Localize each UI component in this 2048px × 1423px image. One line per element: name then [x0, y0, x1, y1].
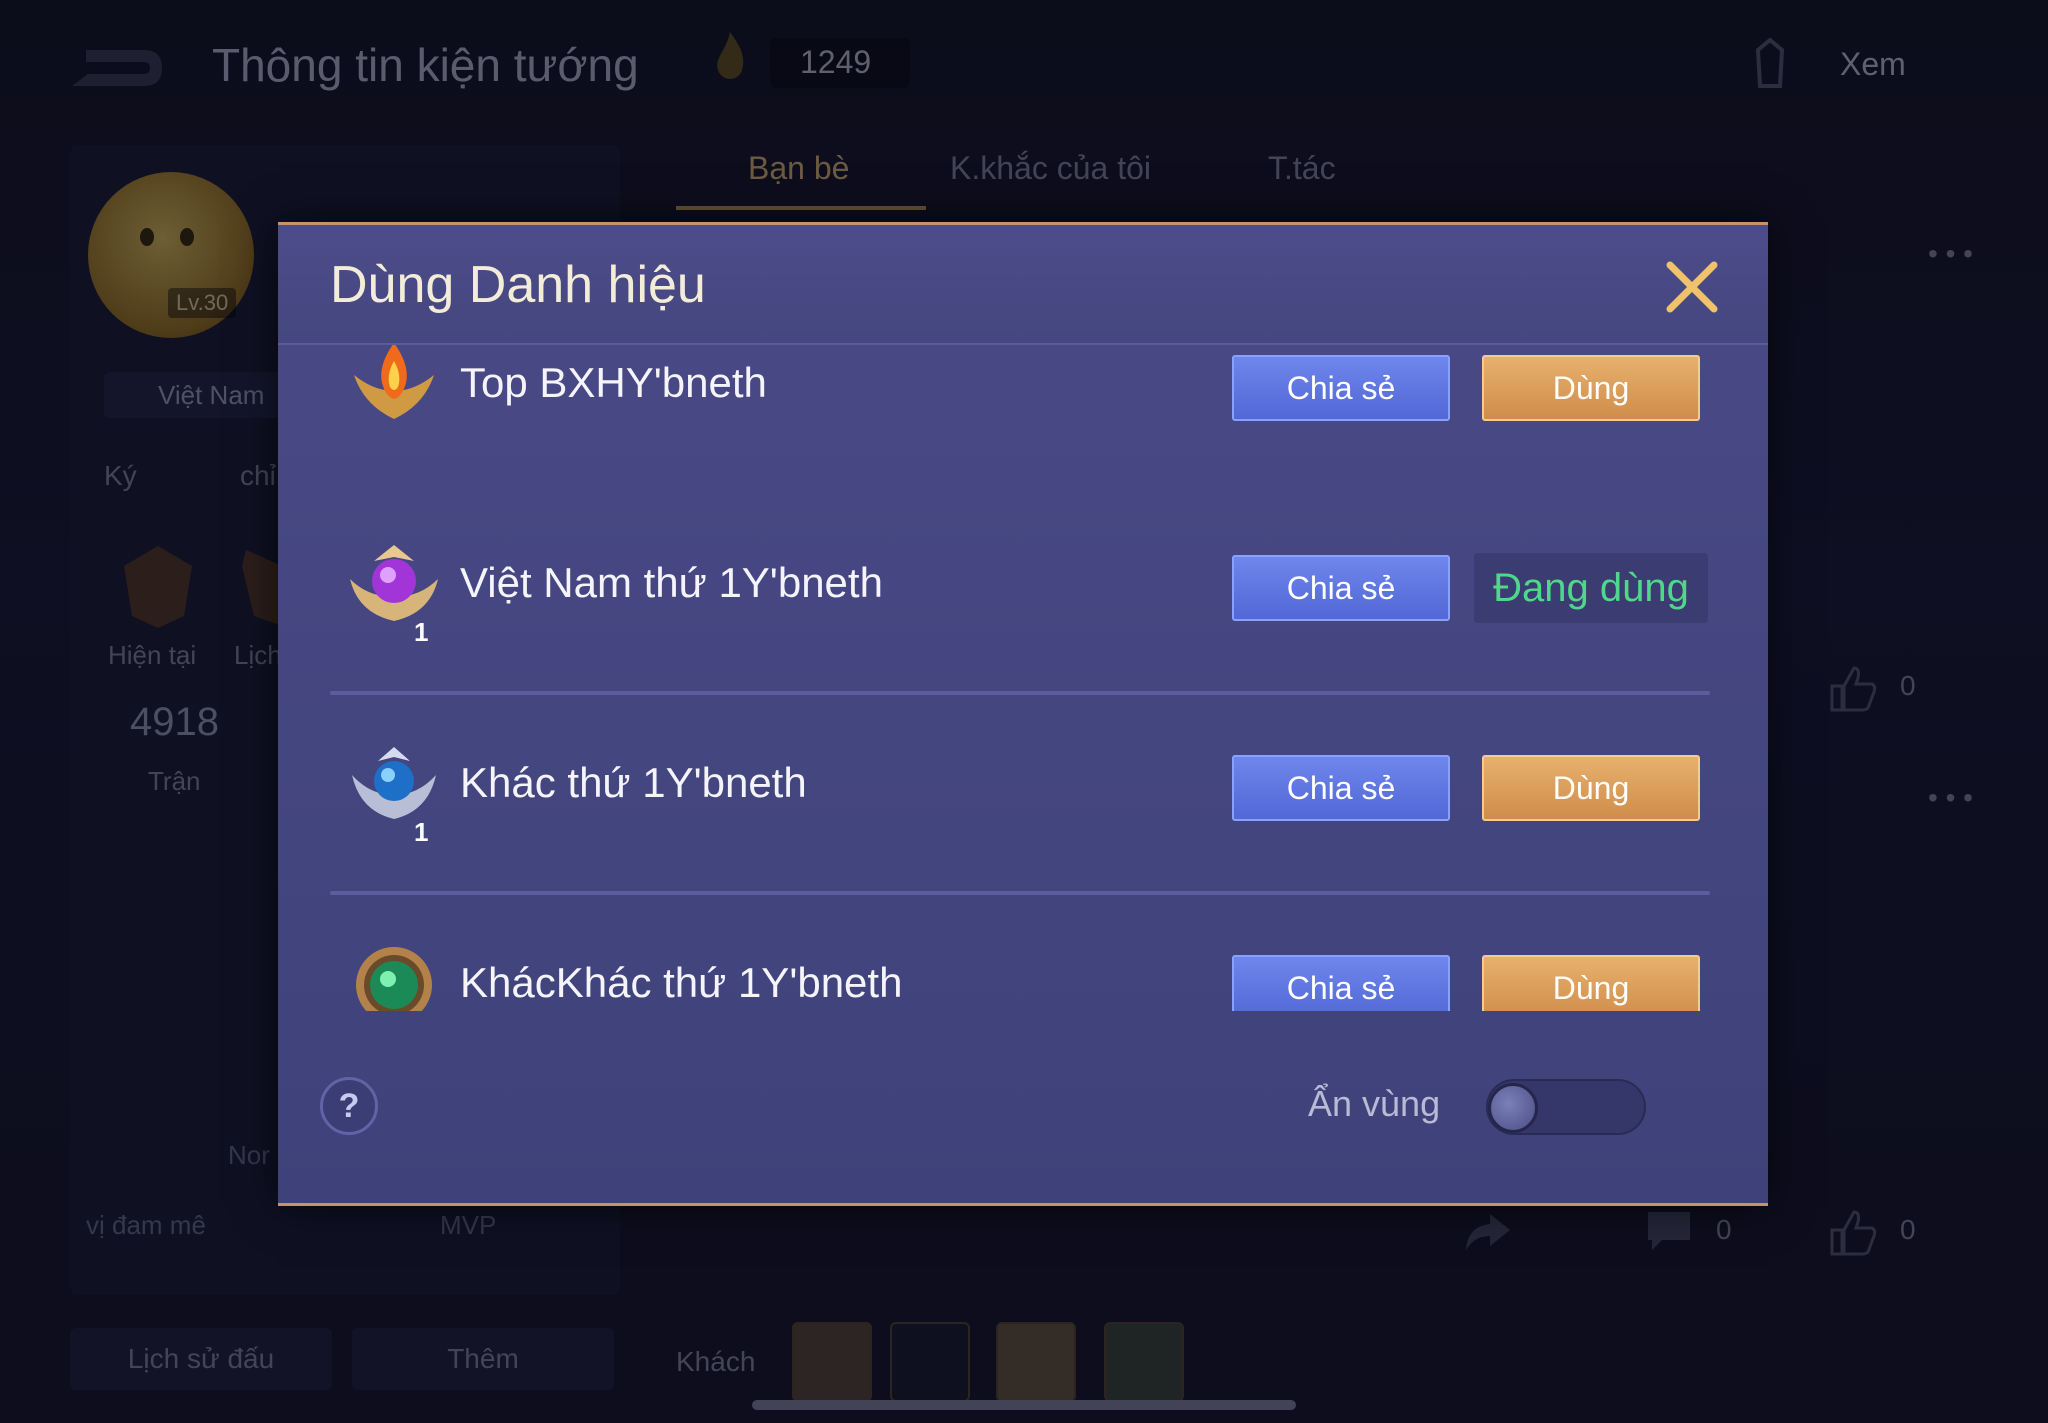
green-gem-crest-icon	[356, 947, 432, 1011]
tab-underline	[676, 206, 926, 210]
tab-my-carvings[interactable]: K.khắc của tôi	[950, 150, 1151, 187]
comment-count: 0	[1716, 1214, 1732, 1245]
like-count: 0	[1900, 670, 1916, 701]
match-count: 4918	[130, 700, 219, 744]
history-rank-label: Lịch	[234, 640, 282, 670]
rank-emblem-icon	[124, 546, 192, 628]
page-title: Thông tin kiện tướng	[212, 39, 639, 91]
hero-view-icon[interactable]	[1740, 36, 1800, 92]
more-options-icon[interactable]: • • •	[1928, 238, 1973, 270]
like-count: 0	[1900, 1214, 1916, 1245]
title-name: KhácKhác thứ 1Y'bneth	[460, 959, 903, 1006]
use-button[interactable]: Dùng	[1482, 955, 1700, 1011]
title-name: Top BXHY'bneth	[460, 359, 767, 406]
current-rank-label: Hiện tại	[108, 640, 197, 670]
more-button[interactable]: Thêm	[352, 1328, 614, 1390]
title-row: 1 KhácKhác thứ 1Y'bneth Chia sẻ Dùng	[308, 887, 1738, 1011]
rank-emblem-icon	[242, 550, 282, 626]
flame-icon	[717, 32, 744, 79]
avatar-eye	[180, 228, 194, 246]
purple-gem-crest-icon	[350, 545, 438, 621]
avatar-eye	[140, 228, 154, 246]
dialog-header: Dùng Danh hiệu	[278, 225, 1768, 345]
share-button[interactable]: Chia sẻ	[1232, 555, 1450, 621]
in-use-status: Đang dùng	[1474, 553, 1708, 623]
title-row: Top BXHY'bneth Chia sẻ Dùng	[308, 345, 1738, 487]
mode-label: Nor	[228, 1140, 270, 1170]
title-row: 1 Khác thứ 1Y'bneth Chia sẻ Dùng	[308, 687, 1738, 887]
use-button[interactable]: Dùng	[1482, 355, 1700, 421]
guest-label: Khách	[676, 1346, 756, 1377]
top-bar: Thông tin kiện tướng 1249 Xem	[0, 0, 2048, 130]
help-icon[interactable]: ?	[320, 1077, 378, 1135]
passion-label: vị đam mê	[86, 1210, 206, 1240]
back-arrow-icon[interactable]	[66, 40, 166, 96]
comment-icon[interactable]	[1644, 1208, 1694, 1252]
guest-avatar[interactable]	[792, 1322, 872, 1402]
home-indicator	[752, 1400, 1296, 1410]
title-rank-badge: 1	[414, 817, 429, 847]
use-button[interactable]: Dùng	[1482, 755, 1700, 821]
toggle-knob[interactable]	[1488, 1083, 1538, 1133]
title-rank-badge: 1	[414, 617, 429, 647]
like-icon[interactable]	[1826, 662, 1878, 714]
use-title-dialog: Dùng Danh hiệu Top BXHY'bneth Chia sẻ Dù…	[278, 222, 1768, 1206]
title-row: 1 Việt Nam thứ 1Y'bneth Chia sẻ Đang dùn…	[308, 487, 1738, 687]
guest-avatar[interactable]	[890, 1322, 970, 1402]
points-value: 1249	[800, 44, 872, 80]
like-icon[interactable]	[1826, 1206, 1878, 1258]
share-button[interactable]: Chia sẻ	[1232, 755, 1450, 821]
match-label: Trận	[148, 766, 201, 796]
region-label: Việt Nam	[158, 380, 265, 410]
title-name: Việt Nam thứ 1Y'bneth	[460, 559, 883, 606]
share-arrow-icon[interactable]	[1462, 1206, 1514, 1258]
blue-gem-crest-icon	[352, 747, 436, 819]
share-button[interactable]: Chia sẻ	[1232, 955, 1450, 1011]
dialog-title: Dùng Danh hiệu	[330, 256, 706, 314]
ky-label: Ký	[104, 460, 137, 491]
hide-region-label: Ẩn vùng	[1308, 1083, 1441, 1124]
title-name: Khác thứ 1Y'bneth	[460, 759, 807, 806]
tab-interaction[interactable]: T.tác	[1268, 150, 1336, 187]
share-button[interactable]: Chia sẻ	[1232, 355, 1450, 421]
more-options-icon[interactable]: • • •	[1928, 782, 1973, 814]
match-history-button[interactable]: Lịch sử đấu	[70, 1328, 332, 1390]
guest-avatar[interactable]	[1104, 1322, 1184, 1402]
flame-crest-icon	[354, 345, 434, 419]
guest-avatar[interactable]	[996, 1322, 1076, 1402]
mvp-label: MVP	[440, 1210, 497, 1240]
level-badge: Lv.30	[168, 288, 237, 318]
close-icon[interactable]	[1660, 255, 1724, 319]
title-list[interactable]: Top BXHY'bneth Chia sẻ Dùng 1 Việt Nam t…	[308, 345, 1738, 1011]
tab-friends[interactable]: Bạn bè	[748, 150, 849, 187]
chi-label: chỉ	[240, 460, 276, 491]
view-label[interactable]: Xem	[1840, 46, 1906, 83]
